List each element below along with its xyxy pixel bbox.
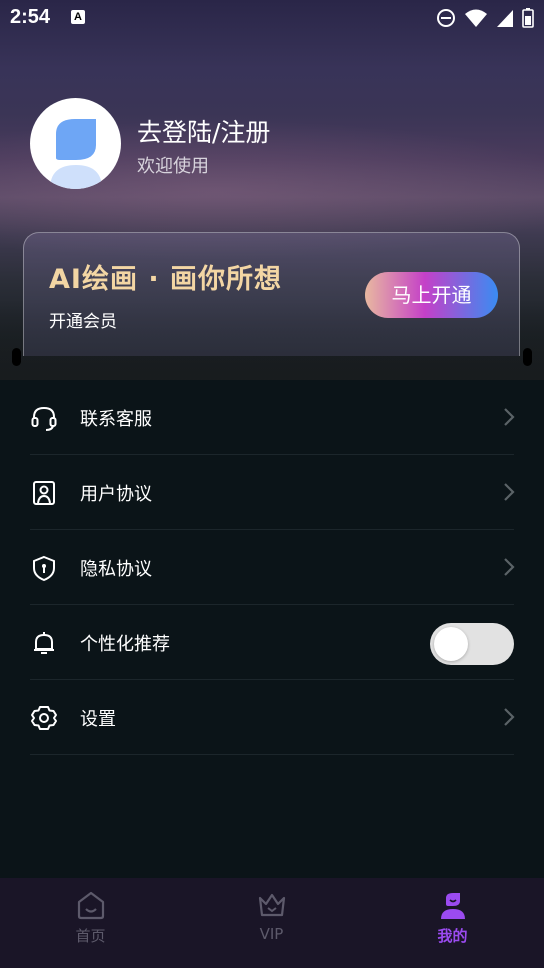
- vip-card-title: AI绘画 · 画你所想: [49, 264, 282, 295]
- vip-membership-card[interactable]: AI绘画 · 画你所想 开通会员 马上开通: [23, 232, 520, 356]
- menu-item-label: 设置: [80, 709, 116, 730]
- headset-icon: [31, 406, 57, 431]
- chevron-right-icon: [504, 483, 515, 501]
- vip-card-subtitle: 开通会员: [49, 312, 117, 332]
- default-avatar-icon: [50, 119, 102, 189]
- bell-icon: [34, 632, 54, 654]
- status-icons: [436, 8, 534, 28]
- menu-item-label: 联系客服: [80, 409, 152, 430]
- status-time: 2:54: [10, 6, 51, 28]
- tab-label: VIP: [259, 925, 284, 943]
- menu-item-privacy-policy[interactable]: 隐私协议: [0, 530, 544, 605]
- menu-divider: [30, 754, 514, 755]
- chevron-right-icon: [504, 708, 515, 726]
- menu-item-settings[interactable]: 设置: [0, 680, 544, 755]
- do-not-disturb-icon: [437, 9, 455, 27]
- menu-item-user-agreement[interactable]: 用户协议: [0, 455, 544, 530]
- profile-icon: [440, 893, 465, 919]
- tab-label: 首页: [75, 927, 106, 945]
- card-edge-dot-right: [523, 348, 532, 366]
- user-agreement-icon: [33, 481, 55, 505]
- welcome-text: 欢迎使用: [137, 156, 209, 177]
- cellular-signal-icon: [497, 10, 513, 27]
- home-icon: [77, 891, 104, 920]
- tab-vip[interactable]: VIP: [181, 878, 362, 968]
- crown-icon: [258, 893, 285, 917]
- settings-gear-icon: [31, 706, 57, 730]
- personalized-recommendation-toggle[interactable]: [430, 623, 514, 665]
- menu-item-personalized-recommendation: 个性化推荐: [0, 605, 544, 680]
- tab-home[interactable]: 首页: [0, 878, 181, 968]
- wifi-icon: [465, 9, 487, 27]
- menu-item-customer-service[interactable]: 联系客服: [0, 380, 544, 455]
- menu-item-label: 隐私协议: [80, 559, 152, 580]
- activate-vip-button[interactable]: 马上开通: [365, 272, 498, 318]
- tab-mine[interactable]: 我的: [362, 878, 543, 968]
- avatar[interactable]: [30, 98, 121, 189]
- battery-icon: [522, 8, 534, 28]
- tab-label: 我的: [437, 927, 468, 945]
- chevron-right-icon: [504, 408, 515, 426]
- menu-item-label: 用户协议: [80, 484, 152, 505]
- card-edge-dot-left: [12, 348, 21, 366]
- bottom-tab-bar: 首页 VIP 我的: [0, 878, 544, 968]
- menu-item-label: 个性化推荐: [80, 634, 170, 655]
- chevron-right-icon: [504, 558, 515, 576]
- notification-icon: A: [71, 10, 85, 24]
- privacy-shield-icon: [33, 555, 55, 582]
- login-register-link[interactable]: 去登陆/注册: [137, 113, 270, 149]
- toggle-knob: [434, 627, 468, 661]
- settings-menu: 联系客服 用户协议 隐私协议 个性化推荐 设置: [0, 380, 544, 755]
- status-bar: 2:54 A: [0, 0, 544, 36]
